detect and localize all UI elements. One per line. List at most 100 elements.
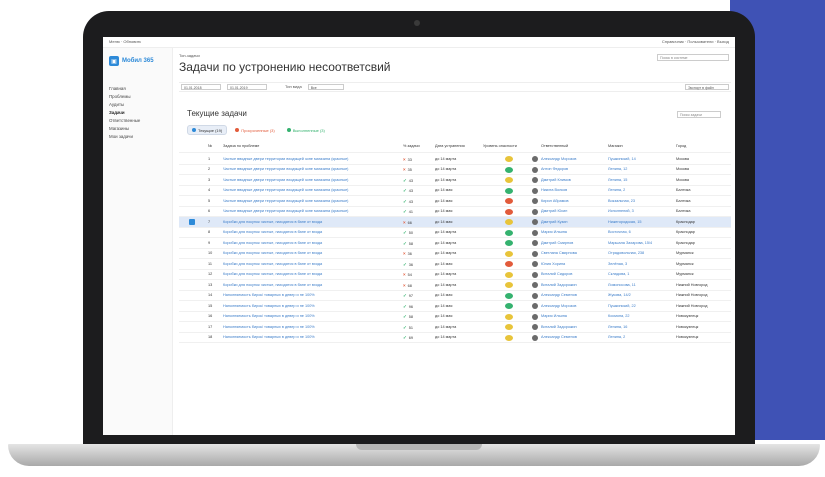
row-responsible-link[interactable]: Никита Волков [541,188,601,192]
row-task-link[interactable]: Коробки для покупок чистые, находятся в … [223,220,388,224]
table-row[interactable]: 18 Наполняемость бирок/ товарных в девер … [179,333,731,343]
table-row[interactable]: 10 Коробки для покупок чистые, находятся … [179,249,731,259]
row-task-link[interactable]: Частые вводные двери территории входящей… [223,199,388,203]
row-shop-link[interactable]: Жукова, 14/2 [608,293,668,297]
breadcrumb[interactable]: Топ-задачи [179,53,200,58]
row-task-link[interactable]: Наполняемость бирок/ товарных в девер и … [223,314,388,318]
row-shop-link[interactable]: Космона, 22 [608,314,668,318]
row-task-link[interactable]: Коробки для покупок чистые, находятся в … [223,272,388,276]
row-responsible-link[interactable]: Виталий Задорожин [541,283,601,287]
table-row[interactable]: 11 Коробки для покупок чистые, находятся … [179,259,731,270]
tab-current[interactable]: Текущие (19) [187,125,228,135]
row-task-link[interactable]: Частые вводные двери территории входящей… [223,209,388,213]
row-shop-link[interactable]: Ленина, 2 [608,335,668,339]
table-row[interactable]: 14 Наполняемость бирок/ товарных в девер … [179,291,731,301]
col-city[interactable]: Город [676,144,726,148]
task-search-input[interactable]: Поиск задачи [677,111,721,118]
col-level[interactable]: Уровень опасности [483,144,529,148]
sidebar-item-my-tasks[interactable]: Мои задачи [109,134,133,139]
col-task[interactable]: Задача по проблеме [223,144,388,148]
app-logo[interactable]: ▣ Мобил 365 [109,56,154,66]
row-responsible-link[interactable]: Дмитрий Климов [541,178,601,182]
table-row[interactable]: 5 Частые вводные двери территории входяще… [179,196,731,207]
row-task-link[interactable]: Коробки для покупок чистые, находятся в … [223,283,388,287]
table-row[interactable]: 1 Частые вводные двери территории входяще… [179,154,731,165]
row-task-link[interactable]: Частые вводные двери территории входящей… [223,188,388,192]
row-responsible-link[interactable]: Дмитрий Кузин [541,220,601,224]
tab-overdue[interactable]: Просроченные (3) [231,126,279,134]
row-task-link[interactable]: Коробки для покупок чистые, находятся в … [223,251,388,255]
table-row[interactable]: 17 Наполняемость бирок/ товарных в девер … [179,322,731,333]
topbar-left[interactable]: Меню · Обновить [109,40,141,45]
row-responsible-link[interactable]: Мария Ильина [541,314,601,318]
table-row[interactable]: 9 Коробки для покупок чистые, находятся в… [179,238,731,249]
row-responsible-link[interactable]: Юлия Хорина [541,262,601,266]
row-shop-link[interactable]: Вокзальная, 23 [608,199,668,203]
row-responsible-link[interactable]: Мария Ильина [541,230,601,234]
row-shop-link[interactable]: Отрадовольная, 238 [608,251,668,255]
row-responsible-link[interactable]: Светлана Смирнова [541,251,601,255]
row-responsible-link[interactable]: Дмитрий Юсин [541,209,601,213]
sidebar-item-home[interactable]: Главная [109,86,126,91]
row-shop-link[interactable]: Пушкинский, 22 [608,304,668,308]
table-row[interactable]: 2 Частые вводные двери территории входяще… [179,165,731,175]
date-from-field[interactable]: 01.01.2018 [181,84,221,90]
row-shop-link[interactable]: Пушкинский, 14 [608,157,668,161]
row-shop-link[interactable]: Нижегородская, 15 [608,220,668,224]
col-pct[interactable]: % задачи [403,144,421,148]
row-responsible-link[interactable]: Александр Морозов [541,304,601,308]
type-select[interactable]: Все [307,84,344,90]
row-task-link[interactable]: Частые вводные двери территории входящей… [223,167,388,171]
row-responsible-link[interactable]: Дмитрий Смирнов [541,241,601,245]
row-task-link[interactable]: Коробки для покупок чистые, находятся в … [223,230,388,234]
row-shop-link[interactable]: Ломоносова, 11 [608,283,668,287]
row-checkbox[interactable] [189,219,195,225]
table-row[interactable]: 3 Частые вводные двери территории входяще… [179,175,731,186]
row-shop-link[interactable]: Складова, 1 [608,272,668,276]
table-row[interactable]: 15 Наполняемость бирок/ товарных в девер … [179,301,731,312]
date-to-field[interactable]: 01.01.2019 [227,84,267,90]
sidebar-item-audits[interactable]: Аудиты [109,102,124,107]
table-row[interactable]: 8 Коробки для покупок чистые, находятся в… [179,228,731,238]
row-responsible-link[interactable]: Кирил Абрамов [541,199,601,203]
table-row[interactable]: 16 Наполняемость бирок/ товарных в девер … [179,312,731,322]
export-button[interactable]: Экспорт в файл [685,84,729,90]
topbar-right[interactable]: Справочник · Пользователи · Выход [662,40,729,45]
sidebar-item-tasks[interactable]: Задачи [109,110,125,115]
row-task-link[interactable]: Частые вводные двери территории входящей… [223,157,388,161]
table-row[interactable]: 4 Частые вводные двери территории входяще… [179,186,731,196]
row-shop-link[interactable]: Ленина, 12 [608,167,668,171]
sidebar-item-problems[interactable]: Проблемы [109,94,131,99]
row-task-link[interactable]: Наполняемость бирок/ товарных в девер и … [223,325,388,329]
row-shop-link[interactable]: Восточная, 6 [608,230,668,234]
col-date[interactable]: Дата устранения [435,144,469,148]
col-responsible[interactable]: Ответственный [541,144,601,148]
table-row[interactable]: 7 Коробки для покупок чистые, находятся в… [179,217,731,228]
row-shop-link[interactable]: Ленина, 15 [608,178,668,182]
table-row[interactable]: 6 Частые вводные двери территории входяще… [179,207,731,217]
tab-done[interactable]: Выполненные (3) [283,126,329,134]
header-search-input[interactable]: Поиск в системе [657,54,729,61]
row-task-link[interactable]: Коробки для покупок чистые, находятся в … [223,241,388,245]
sidebar-item-responsible[interactable]: Ответственные [109,118,140,123]
row-responsible-link[interactable]: Виталий Задорожин [541,325,601,329]
row-shop-link[interactable]: Маршала Захарова, 15/4 [608,241,668,245]
row-shop-link[interactable]: Исполнений, 3 [608,209,668,213]
row-responsible-link[interactable]: Александр Семенов [541,293,601,297]
row-shop-link[interactable]: Зелёная, 3 [608,262,668,266]
row-shop-link[interactable]: Ленина, 2 [608,188,668,192]
row-responsible-link[interactable]: Александр Семенов [541,335,601,339]
row-responsible-link[interactable]: Виталий Сидоров [541,272,601,276]
row-responsible-link[interactable]: Антон Федоров [541,167,601,171]
row-task-link[interactable]: Коробки для покупок чистые, находятся в … [223,262,388,266]
row-task-link[interactable]: Наполняемость бирок/ товарных в девер и … [223,335,388,339]
col-num[interactable]: № [208,144,216,148]
col-shop[interactable]: Магазин [608,144,668,148]
row-task-link[interactable]: Частые вводные двери территории входящей… [223,178,388,182]
sidebar-item-shops[interactable]: Магазины [109,126,129,131]
row-responsible-link[interactable]: Александр Морозов [541,157,601,161]
row-task-link[interactable]: Наполняемость бирок/ товарных в девер и … [223,304,388,308]
table-row[interactable]: 12 Коробки для покупок чистые, находятся … [179,270,731,280]
row-task-link[interactable]: Наполняемость бирок/ товарных в девер и … [223,293,388,297]
row-shop-link[interactable]: Ленина, 16 [608,325,668,329]
